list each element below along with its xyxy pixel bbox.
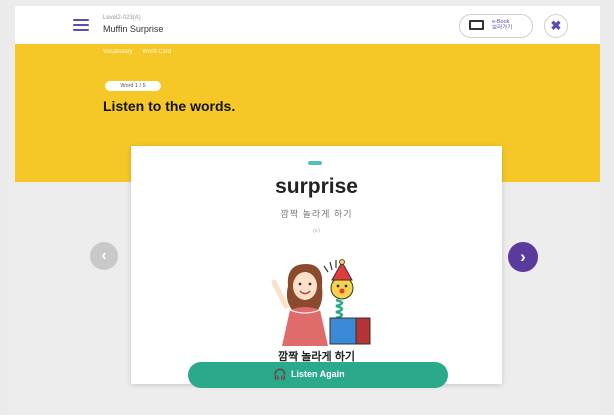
close-button[interactable]: ✖	[544, 14, 568, 38]
vocab-word: surprise	[275, 175, 358, 198]
monitor-icon	[469, 20, 484, 30]
ebook-button-label: e-Book 보러가기	[492, 19, 513, 31]
top-bar: Level2-023(A) Muffin Surprise e-Book 보러가…	[15, 6, 600, 44]
breadcrumb: Vocabulary Word Card	[103, 49, 179, 55]
previous-button[interactable]: ‹	[90, 242, 118, 270]
surprise-illustration	[271, 259, 371, 346]
next-button[interactable]: ›	[508, 242, 538, 272]
breadcrumb-item-vocabulary[interactable]: Vocabulary	[103, 49, 133, 55]
ebook-button[interactable]: e-Book 보러가기	[459, 14, 533, 38]
hamburger-icon	[73, 19, 89, 21]
menu-button[interactable]	[73, 19, 89, 32]
word-card: surprise 깜짝 놀라게 하기 (v.) 깜짝 놀라게 하기	[131, 146, 502, 384]
word-meaning: 깜짝 놀라게 하기	[280, 209, 353, 219]
progress-badge: Word 1 / 5	[105, 81, 161, 91]
instruction-text: Listen to the words.	[103, 98, 236, 114]
book-title: Muffin Surprise	[103, 24, 164, 34]
level-label: Level2-023(A)	[103, 15, 141, 21]
breadcrumb-item-word-card[interactable]: Word Card	[142, 49, 171, 55]
part-of-speech: (v.)	[313, 228, 320, 234]
app-frame: Level2-023(A) Muffin Surprise e-Book 보러가…	[15, 6, 600, 412]
card-handle	[308, 161, 322, 165]
listen-again-button[interactable]: 🎧 Listen Again	[188, 362, 448, 388]
listen-again-label: Listen Again	[291, 369, 345, 379]
headphones-icon: 🎧	[273, 369, 287, 381]
